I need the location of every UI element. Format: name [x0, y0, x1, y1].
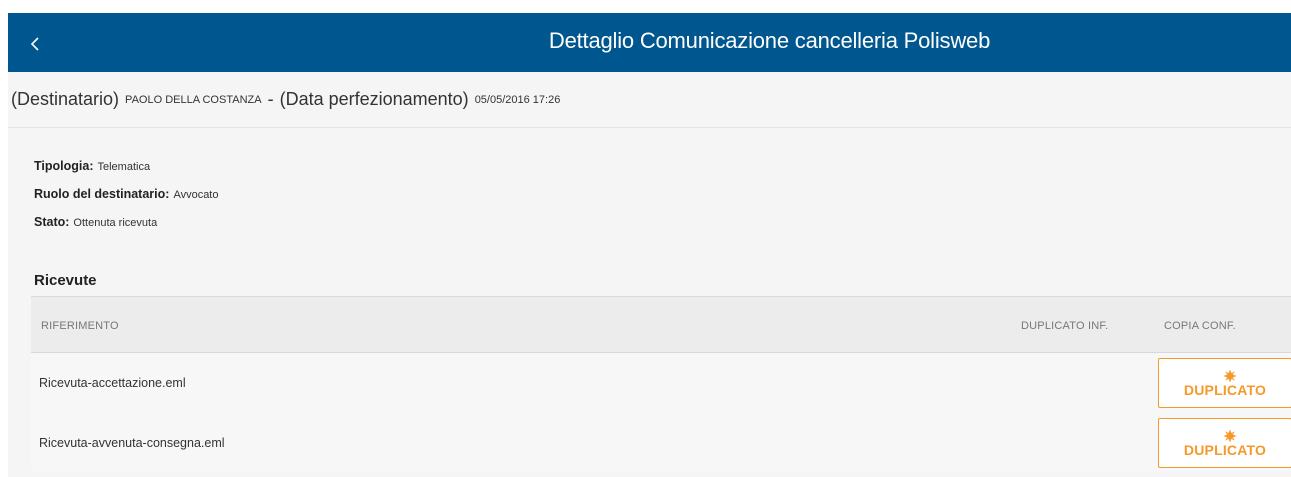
info-value: Ottenuta ricevuta	[73, 217, 158, 229]
communication-summary: (Destinatario) PAOLO DELLA COSTANZA - (D…	[8, 72, 1291, 128]
recipient-label: (Destinatario)	[11, 89, 120, 109]
info-row-ruolo: Ruolo del destinatario: Avvocato	[34, 181, 219, 209]
info-key: Ruolo del destinatario:	[34, 187, 170, 201]
page-title: Dettaglio Comunicazione cancelleria Poli…	[548, 28, 991, 53]
date-value: 05/05/2016 17:26	[474, 93, 561, 106]
info-key: Tipologia:	[34, 159, 94, 173]
receipt-reference: Ricevuta-accettazione.eml	[39, 376, 186, 390]
info-row-tipologia: Tipologia: Telematica	[34, 153, 219, 181]
duplicato-button[interactable]: DUPLICATO	[1158, 418, 1291, 468]
duplicato-button-label: DUPLICATO	[1183, 441, 1267, 458]
receipt-reference: Ricevuta-avvenuta-consegna.eml	[39, 436, 225, 450]
table-header: RIFERIMENTO DUPLICATO INF. COPIA CONF.	[31, 296, 1291, 353]
duplicato-button[interactable]: DUPLICATO	[1158, 358, 1291, 408]
receipts-table: RIFERIMENTO DUPLICATO INF. COPIA CONF. R…	[31, 296, 1291, 471]
table-row: Ricevuta-avvenuta-consegna.eml DUPLICATO	[31, 413, 1291, 471]
info-list: Tipologia: Telematica Ruolo del destinat…	[34, 153, 219, 237]
column-header-copia-conf: COPIA CONF.	[1164, 320, 1236, 332]
burst-icon	[1223, 429, 1237, 442]
section-title-ricevute: Ricevute	[34, 272, 97, 289]
recipient-value: PAOLO DELLA COSTANZA	[125, 93, 262, 106]
burst-icon	[1223, 369, 1237, 382]
info-value: Telematica	[97, 161, 151, 173]
table-row: Ricevuta-accettazione.eml DUPLICATO	[31, 353, 1291, 413]
column-header-duplicato-inf: DUPLICATO INF.	[1021, 320, 1109, 332]
column-header-riferimento: RIFERIMENTO	[41, 320, 119, 332]
info-key: Stato:	[34, 215, 70, 229]
date-label: (Data perfezionamento)	[279, 89, 469, 109]
duplicato-button-label: DUPLICATO	[1183, 381, 1267, 398]
info-value: Avvocato	[173, 189, 219, 201]
summary-separator: -	[267, 89, 274, 109]
app-header: Dettaglio Comunicazione cancelleria Poli…	[8, 13, 1291, 72]
detail-panel: Tipologia: Telematica Ruolo del destinat…	[8, 128, 1291, 477]
info-row-stato: Stato: Ottenuta ricevuta	[34, 209, 219, 237]
